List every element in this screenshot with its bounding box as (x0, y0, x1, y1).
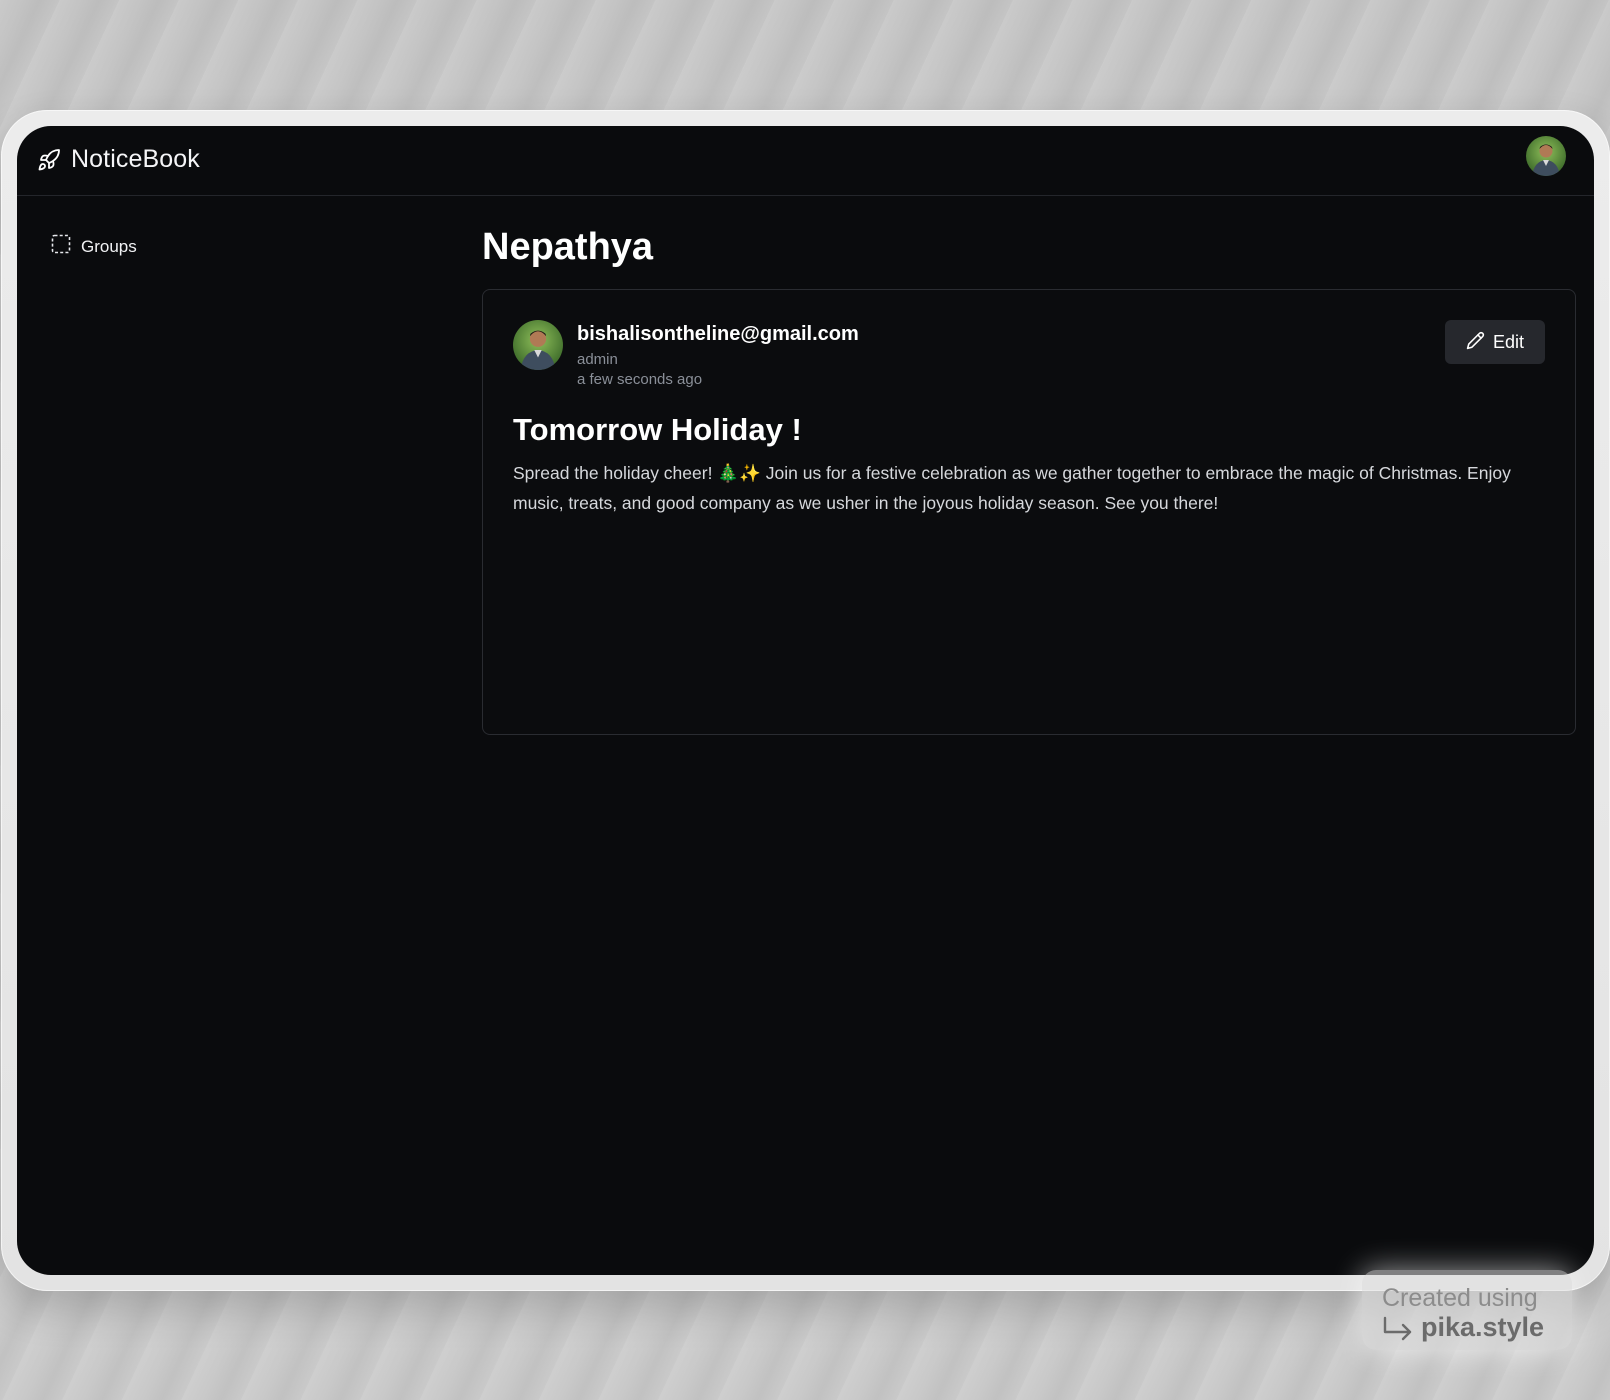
notice-card: bishalisontheline@gmail.com admin a few … (482, 289, 1576, 735)
top-bar: NoticeBook (17, 126, 1594, 196)
main-content: Nepathya bishalisontheline@gmail.com adm… (482, 196, 1594, 1275)
sidebar: Groups (17, 196, 457, 1275)
notice-title: Tomorrow Holiday ! (513, 412, 802, 447)
watermark-line2: pika.style (1421, 1312, 1545, 1342)
corner-arrow-icon (1382, 1316, 1414, 1347)
page-title: Nepathya (482, 226, 654, 268)
sidebar-item-label: Groups (81, 236, 137, 256)
dashed-square-icon (51, 234, 71, 259)
app-screen: NoticeBook Groups Nepathya bishalisonthe… (17, 126, 1594, 1275)
pencil-icon (1466, 331, 1485, 353)
author-role: admin (577, 351, 618, 368)
sidebar-item-groups[interactable]: Groups (51, 234, 137, 259)
notice-body: Spread the holiday cheer! 🎄✨ Join us for… (513, 463, 1511, 513)
edit-button-label: Edit (1492, 331, 1525, 352)
device-frame: NoticeBook Groups Nepathya bishalisonthe… (1, 110, 1610, 1291)
edit-button[interactable]: Edit (1445, 320, 1545, 364)
author-avatar[interactable] (513, 320, 563, 370)
rocket-icon (37, 148, 61, 172)
author-email: bishalisontheline@gmail.com (577, 323, 859, 345)
post-timestamp: a few seconds ago (577, 371, 703, 388)
app-name: NoticeBook (71, 145, 200, 173)
user-avatar[interactable] (1526, 136, 1566, 176)
pika-watermark[interactable]: Created using pika.style (1362, 1270, 1572, 1350)
watermark-line1: Created using (1382, 1284, 1538, 1312)
brand[interactable]: NoticeBook (37, 145, 200, 174)
